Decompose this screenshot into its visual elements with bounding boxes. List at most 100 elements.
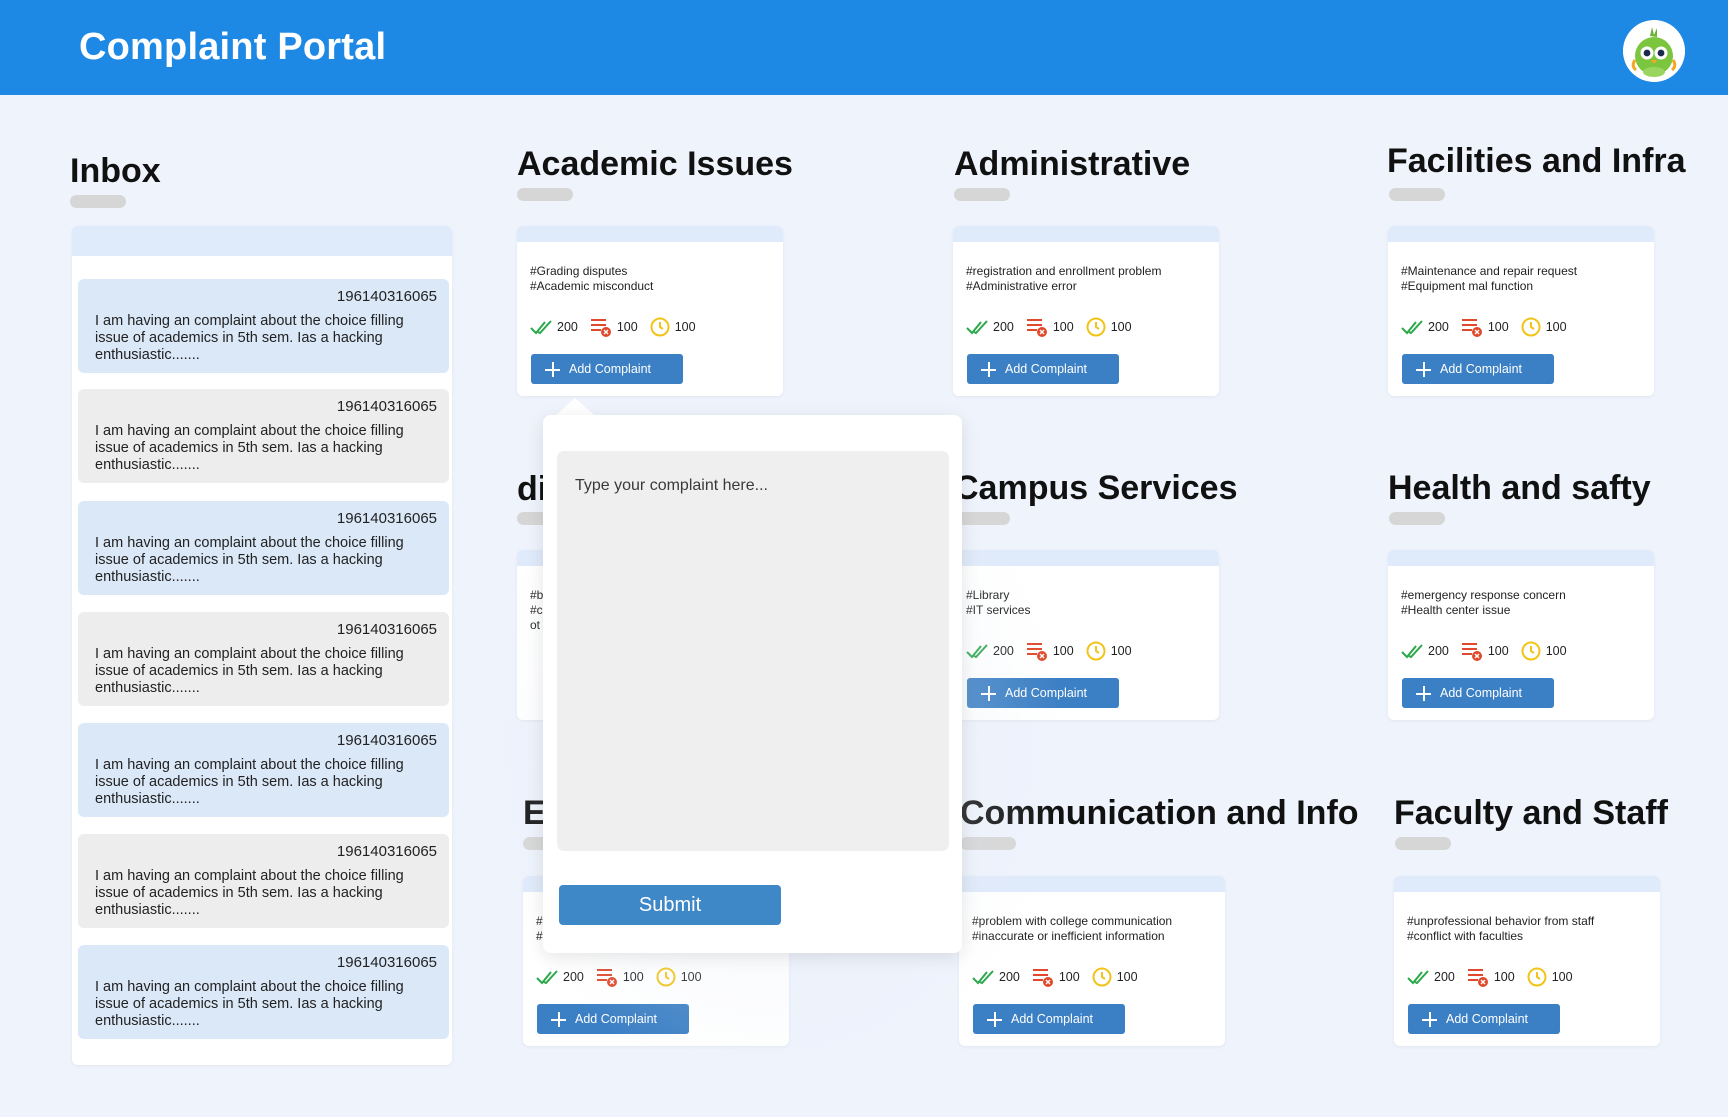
clock-icon [650,317,670,337]
card-header [1388,226,1654,242]
resolved-count: 200 [966,642,1014,660]
inbox-message[interactable]: 196140316065 I am having an complaint ab… [78,279,449,373]
rejected-count: 100 [1461,316,1509,338]
resolved-count: 200 [1407,968,1455,986]
complaint-textarea[interactable] [557,451,949,851]
plus-icon [987,1011,1002,1027]
add-complaint-button[interactable]: Add Complaint [973,1004,1125,1034]
category-tags: #registration and enrollment problem #Ad… [966,264,1162,293]
category-title-underline [1389,512,1445,525]
inbox-panel-header [72,226,452,256]
resolved-count: 200 [536,968,584,986]
message-id: 196140316065 [336,288,437,305]
add-complaint-button[interactable]: Add Complaint [967,354,1119,384]
add-complaint-button[interactable]: Add Complaint [537,1004,689,1034]
pending-count: 100 [650,317,696,337]
category-title-underline [517,188,573,201]
inbox-message[interactable]: 196140316065 I am having an complaint ab… [78,389,449,483]
clock-icon [1521,317,1541,337]
double-check-icon [972,970,994,984]
plus-icon [1422,1011,1437,1027]
message-id: 196140316065 [336,843,437,860]
double-check-icon [966,644,988,658]
category-title-underline [1389,188,1445,201]
inbox-message[interactable]: 196140316065 I am having an complaint ab… [78,612,449,706]
app-title: Complaint Portal [79,26,387,68]
double-check-icon [1407,970,1429,984]
message-id: 196140316065 [336,621,437,638]
card-header [1388,550,1654,566]
inbox-message[interactable]: 196140316065 I am having an complaint ab… [78,501,449,595]
top-bar: Complaint Portal [0,0,1728,95]
submit-button[interactable]: Submit [559,885,781,925]
add-complaint-button[interactable]: Add Complaint [967,678,1119,708]
message-id: 196140316065 [336,510,437,527]
category-tags: #problem with college communication #ina… [972,914,1173,943]
rejected-count: 100 [1467,966,1515,988]
pending-count: 100 [1527,967,1573,987]
resolved-count: 200 [972,968,1020,986]
category-title-underline [954,188,1010,201]
clock-icon [1521,641,1541,661]
add-complaint-button[interactable]: Add Complaint [1402,678,1554,708]
category-stats: 200 100 100 [536,966,714,988]
complaint-popup: Submit [543,415,962,953]
list-cancel-icon [1467,968,1489,988]
category-title: Administrative [954,145,1191,183]
category-stats: 200 100 100 [966,640,1144,662]
card-header [953,226,1219,242]
category-title: Facilities and Infra [1387,142,1686,180]
list-cancel-icon [1461,642,1483,662]
category-tags: #Library #IT services [966,588,1031,617]
message-text: I am having an complaint about the choic… [95,313,404,363]
category-card-communication-and-info: #problem with college communication #ina… [959,876,1225,1046]
pending-count: 100 [1086,641,1132,661]
category-stats: 200 100 100 [1401,640,1579,662]
category-stats: 200 100 100 [530,316,708,338]
add-complaint-button[interactable]: Add Complaint [1408,1004,1560,1034]
plus-icon [545,361,560,377]
plus-icon [981,361,996,377]
inbox-title-underline [70,195,126,208]
category-title-underline [954,512,1010,525]
category-title: Campus Services [954,469,1238,507]
pending-count: 100 [1086,317,1132,337]
category-card-administrative: #registration and enrollment problem #Ad… [953,226,1219,396]
add-complaint-button[interactable]: Add Complaint [1402,354,1554,384]
inbox-message[interactable]: 196140316065 I am having an complaint ab… [78,834,449,928]
inbox-panel: 196140316065 I am having an complaint ab… [72,226,452,1065]
popup-pointer [555,398,595,416]
message-text: I am having an complaint about the choic… [95,757,404,807]
category-stats: 200 100 100 [1401,316,1579,338]
category-title: Faculty and Staff [1394,794,1668,832]
plus-icon [981,685,996,701]
resolved-count: 200 [966,318,1014,336]
category-stats: 200 100 100 [966,316,1144,338]
inbox-message[interactable]: 196140316065 I am having an complaint ab… [78,945,449,1039]
clock-icon [1092,967,1112,987]
rejected-count: 100 [1026,640,1074,662]
parrot-avatar-icon[interactable] [1623,20,1685,82]
add-complaint-button[interactable]: Add Complaint [531,354,683,384]
pending-count: 100 [1521,641,1567,661]
category-tags: #Grading disputes #Academic misconduct [530,264,654,293]
message-text: I am having an complaint about the choic… [95,979,404,1029]
list-cancel-icon [1032,968,1054,988]
category-card-health-and-safty: #emergency response concern #Health cent… [1388,550,1654,720]
category-title: Academic Issues [517,145,793,183]
category-stats: 200 100 100 [972,966,1150,988]
double-check-icon [1401,644,1423,658]
category-tags: #emergency response concern #Health cent… [1401,588,1566,617]
inbox-message[interactable]: 196140316065 I am having an complaint ab… [78,723,449,817]
list-cancel-icon [1026,318,1048,338]
pending-count: 100 [1092,967,1138,987]
category-tags: #unprofessional behavior from staff #con… [1407,914,1595,943]
message-text: I am having an complaint about the choic… [95,535,404,585]
list-cancel-icon [1026,642,1048,662]
card-header [953,550,1219,566]
double-check-icon [530,320,552,334]
rejected-count: 100 [590,316,638,338]
category-title: Communication and Info [960,794,1359,832]
plus-icon [551,1011,566,1027]
resolved-count: 200 [530,318,578,336]
